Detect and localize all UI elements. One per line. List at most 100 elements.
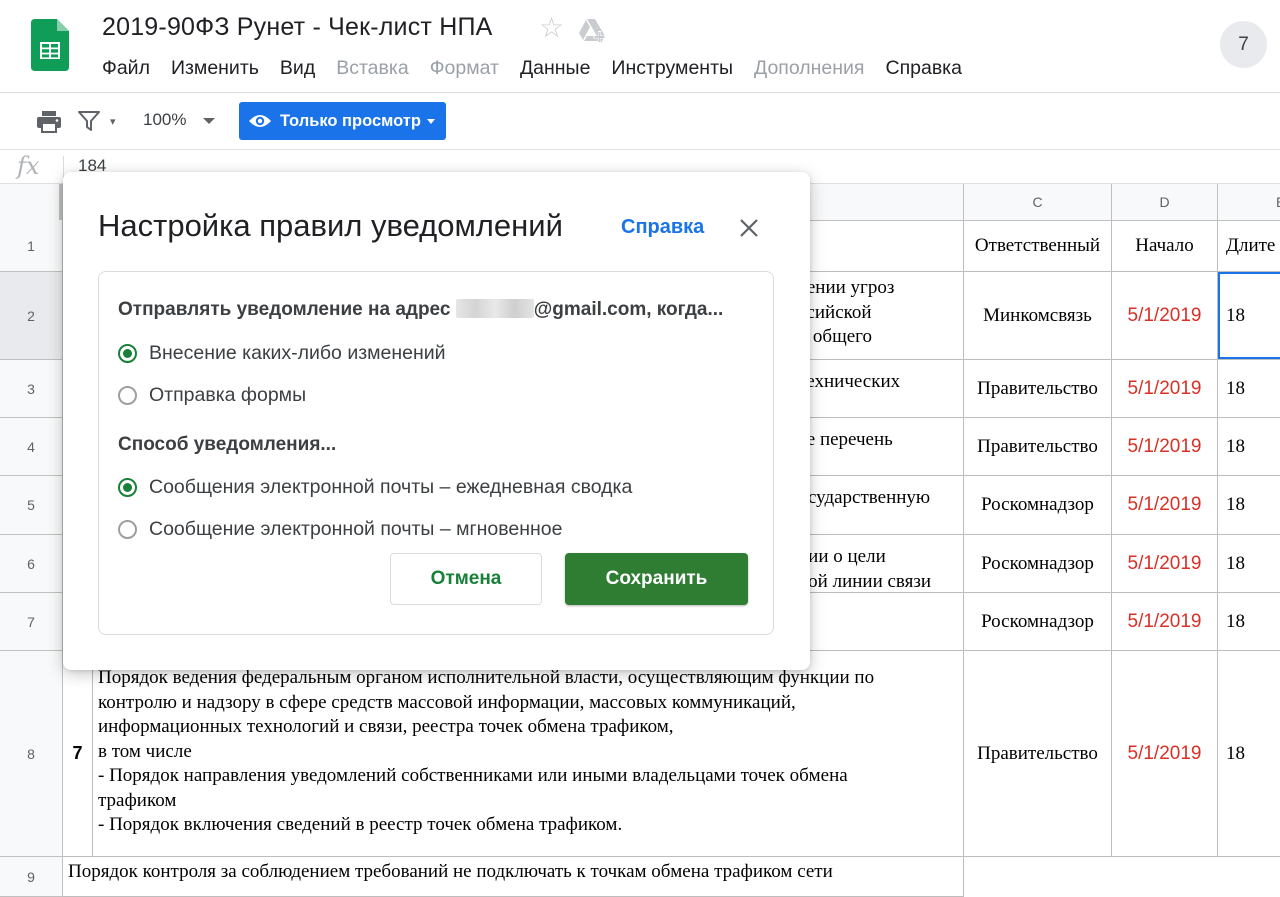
cell-text-line: ной линии связи (798, 570, 932, 592)
radio-option-daily-digest[interactable]: Сообщения электронной почты – ежедневная… (118, 476, 632, 499)
redacted-email (455, 299, 534, 318)
radio-option-form-submit[interactable]: Отправка формы (118, 384, 306, 407)
row-header[interactable]: 1 (0, 220, 63, 272)
cell-text-line: - Порядок включения сведений в реестр то… (98, 814, 623, 835)
notify-address-prefix: Отправлять уведомление на адрес (118, 299, 451, 320)
row-header[interactable]: 7 (0, 593, 63, 651)
cell-c[interactable]: Ответственный (964, 220, 1112, 272)
zoom-dropdown-icon[interactable] (203, 118, 215, 124)
menu-item[interactable]: Файл (102, 57, 150, 80)
column-header-e[interactable]: E (1218, 184, 1280, 220)
toolbar: ▾ 100% Только просмотр (0, 93, 1280, 150)
cell-d[interactable]: 5/1/2019 (1112, 476, 1218, 535)
eye-icon (249, 115, 271, 127)
cell-d[interactable]: 5/1/2019 (1112, 418, 1218, 476)
help-link[interactable]: Справка (621, 216, 704, 239)
cell-d[interactable]: 5/1/2019 (1112, 535, 1218, 593)
cell-d[interactable]: Начало (1112, 220, 1218, 272)
cell-c[interactable]: Роскомнадзор (964, 476, 1112, 535)
cell-c[interactable]: Правительство (964, 418, 1112, 476)
radio-label: Отправка формы (149, 384, 307, 406)
cell-e[interactable]: 18 (1218, 593, 1280, 651)
column-header-d[interactable]: D (1112, 184, 1218, 220)
cell-text-line: и общего (798, 326, 872, 347)
cell-text-line: ссийской (798, 301, 872, 323)
fx-icon: fx (17, 152, 40, 180)
row-header[interactable]: 3 (0, 360, 63, 418)
menu-item[interactable]: Изменить (171, 57, 259, 80)
dialog-content-box: Отправлять уведомление на адрес @gmail.c… (98, 271, 774, 635)
cell-c[interactable]: Правительство (964, 360, 1112, 418)
cell-b[interactable]: Порядок контроля за соблюдением требован… (63, 857, 964, 897)
cell-text-line: информационных технологий и связи, реест… (98, 716, 674, 737)
cell-text-line: осударственную (798, 487, 931, 508)
move-to-drive-icon[interactable] (578, 17, 608, 45)
star-icon[interactable]: ☆ (539, 14, 564, 42)
menu-item[interactable]: Данные (520, 57, 590, 80)
column-header-c[interactable]: C (964, 184, 1112, 220)
avatar[interactable]: 7 (1220, 21, 1267, 68)
menu-item[interactable]: Инструменты (611, 57, 733, 80)
view-only-button[interactable]: Только просмотр (239, 102, 446, 140)
cell-a[interactable]: 7 (63, 651, 93, 857)
cancel-button[interactable]: Отмена (390, 553, 542, 605)
radio-label: Сообщения электронной почты – ежедневная… (149, 476, 633, 498)
radio-button[interactable] (118, 478, 137, 497)
cell-text-line: в том числе (98, 740, 192, 762)
cell-e[interactable]: 18 (1218, 535, 1280, 593)
menu-item[interactable]: Вид (280, 57, 315, 80)
cell-c[interactable]: Правительство (964, 651, 1112, 857)
cell-e[interactable]: 18 (1218, 651, 1280, 857)
cell-text-line: - Порядок направления уведомлений собств… (98, 765, 848, 786)
cell-c[interactable]: Минкомсвязь (964, 272, 1112, 360)
select-all-corner[interactable] (0, 184, 63, 220)
cell-d[interactable]: 5/1/2019 (1112, 651, 1218, 857)
cell-e[interactable]: 18 (1218, 476, 1280, 535)
sheets-logo-icon[interactable] (31, 19, 69, 71)
menu-item[interactable]: Вставка (336, 57, 408, 80)
close-icon[interactable] (737, 216, 761, 240)
cell-text-line: контролю и надзору в сфере средств массо… (98, 691, 796, 713)
radio-button[interactable] (118, 344, 137, 363)
row-header[interactable]: 9 (0, 857, 63, 897)
radio-label: Внесение каких-либо изменений (149, 342, 446, 364)
cell-e[interactable]: 18 (1218, 418, 1280, 476)
menu-item[interactable]: Дополнения (754, 57, 864, 80)
notify-address-label: Отправлять уведомление на адрес @gmail.c… (118, 299, 723, 321)
menu-item[interactable]: Справка (885, 57, 962, 80)
cell-e[interactable]: Длите т (1218, 220, 1280, 272)
radio-label: Сообщение электронной почты – мгновенное (149, 518, 563, 540)
cell-d[interactable]: 5/1/2019 (1112, 593, 1218, 651)
cell-d[interactable]: 5/1/2019 (1112, 360, 1218, 418)
cell-d[interactable]: 5/1/2019 (1112, 272, 1218, 360)
radio-button[interactable] (118, 520, 137, 539)
row-header[interactable]: 4 (0, 418, 63, 476)
row-header[interactable]: 2 (0, 272, 63, 360)
cell-text-line: технических (798, 371, 901, 392)
radio-button[interactable] (118, 386, 137, 405)
row-header[interactable]: 5 (0, 476, 63, 535)
save-button[interactable]: Сохранить (565, 553, 748, 605)
app-header: 2019-90ФЗ Рунет - Чек-лист НПА ☆ Файл Изм… (0, 0, 1280, 93)
zoom-select[interactable]: 100% (143, 110, 186, 130)
cell-e[interactable]: 18 (1218, 360, 1280, 418)
menu-bar: Файл Изменить Вид Вставка Формат Данные Инстру… (102, 57, 983, 80)
row-header[interactable]: 6 (0, 535, 63, 593)
print-icon[interactable] (36, 110, 62, 134)
notify-method-label: Способ уведомления... (118, 434, 337, 455)
radio-option-immediate[interactable]: Сообщение электронной почты – мгновенное (118, 518, 562, 541)
cell-text-line: вении угроз (798, 277, 895, 298)
chevron-down-icon (426, 118, 435, 124)
notify-address-suffix: @gmail.com, когда... (533, 299, 724, 320)
filter-icon[interactable] (78, 111, 100, 131)
filter-dropdown-icon[interactable]: ▾ (110, 115, 116, 128)
cell-c[interactable]: Роскомнадзор (964, 535, 1112, 593)
cell-b[interactable]: Порядок ведения федеральным органом испо… (93, 651, 964, 857)
radio-option-any-changes[interactable]: Внесение каких-либо изменений (118, 342, 446, 365)
cell-e[interactable]: 18 (1218, 272, 1280, 360)
document-title[interactable]: 2019-90ФЗ Рунет - Чек-лист НПА (102, 13, 493, 42)
row-header[interactable]: 8 (0, 651, 63, 857)
menu-item[interactable]: Формат (430, 57, 499, 80)
cell-c[interactable]: Роскомнадзор (964, 593, 1112, 651)
cell-text-line: ции о цели (798, 546, 886, 567)
